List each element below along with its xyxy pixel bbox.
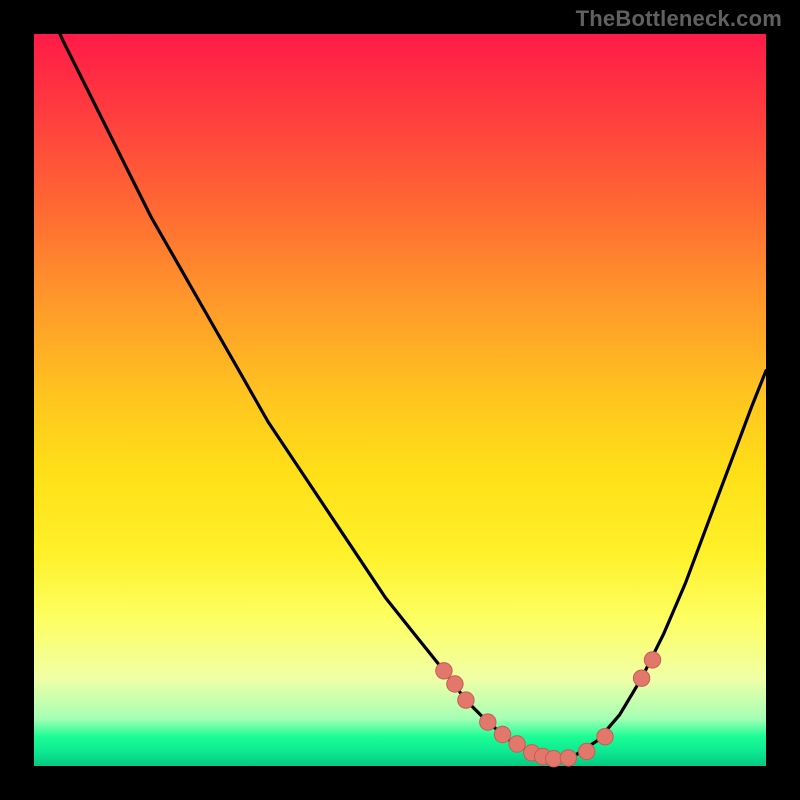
- plot-area: [34, 34, 766, 766]
- curve-marker: [509, 736, 525, 752]
- curve-marker: [579, 743, 595, 759]
- marker-group: [436, 652, 661, 767]
- curve-marker: [633, 670, 649, 686]
- curve-marker: [494, 726, 510, 742]
- chart-svg: [34, 34, 766, 766]
- curve-marker: [458, 692, 474, 708]
- watermark-label: TheBottleneck.com: [576, 6, 782, 32]
- curve-marker: [597, 729, 613, 745]
- chart-stage: TheBottleneck.com: [0, 0, 800, 800]
- curve-marker: [436, 663, 452, 679]
- curve-marker: [560, 750, 576, 766]
- curve-marker: [480, 714, 496, 730]
- curve-marker: [546, 751, 562, 767]
- curve-marker: [447, 676, 463, 692]
- bottleneck-curve: [34, 0, 766, 759]
- curve-marker: [644, 652, 660, 668]
